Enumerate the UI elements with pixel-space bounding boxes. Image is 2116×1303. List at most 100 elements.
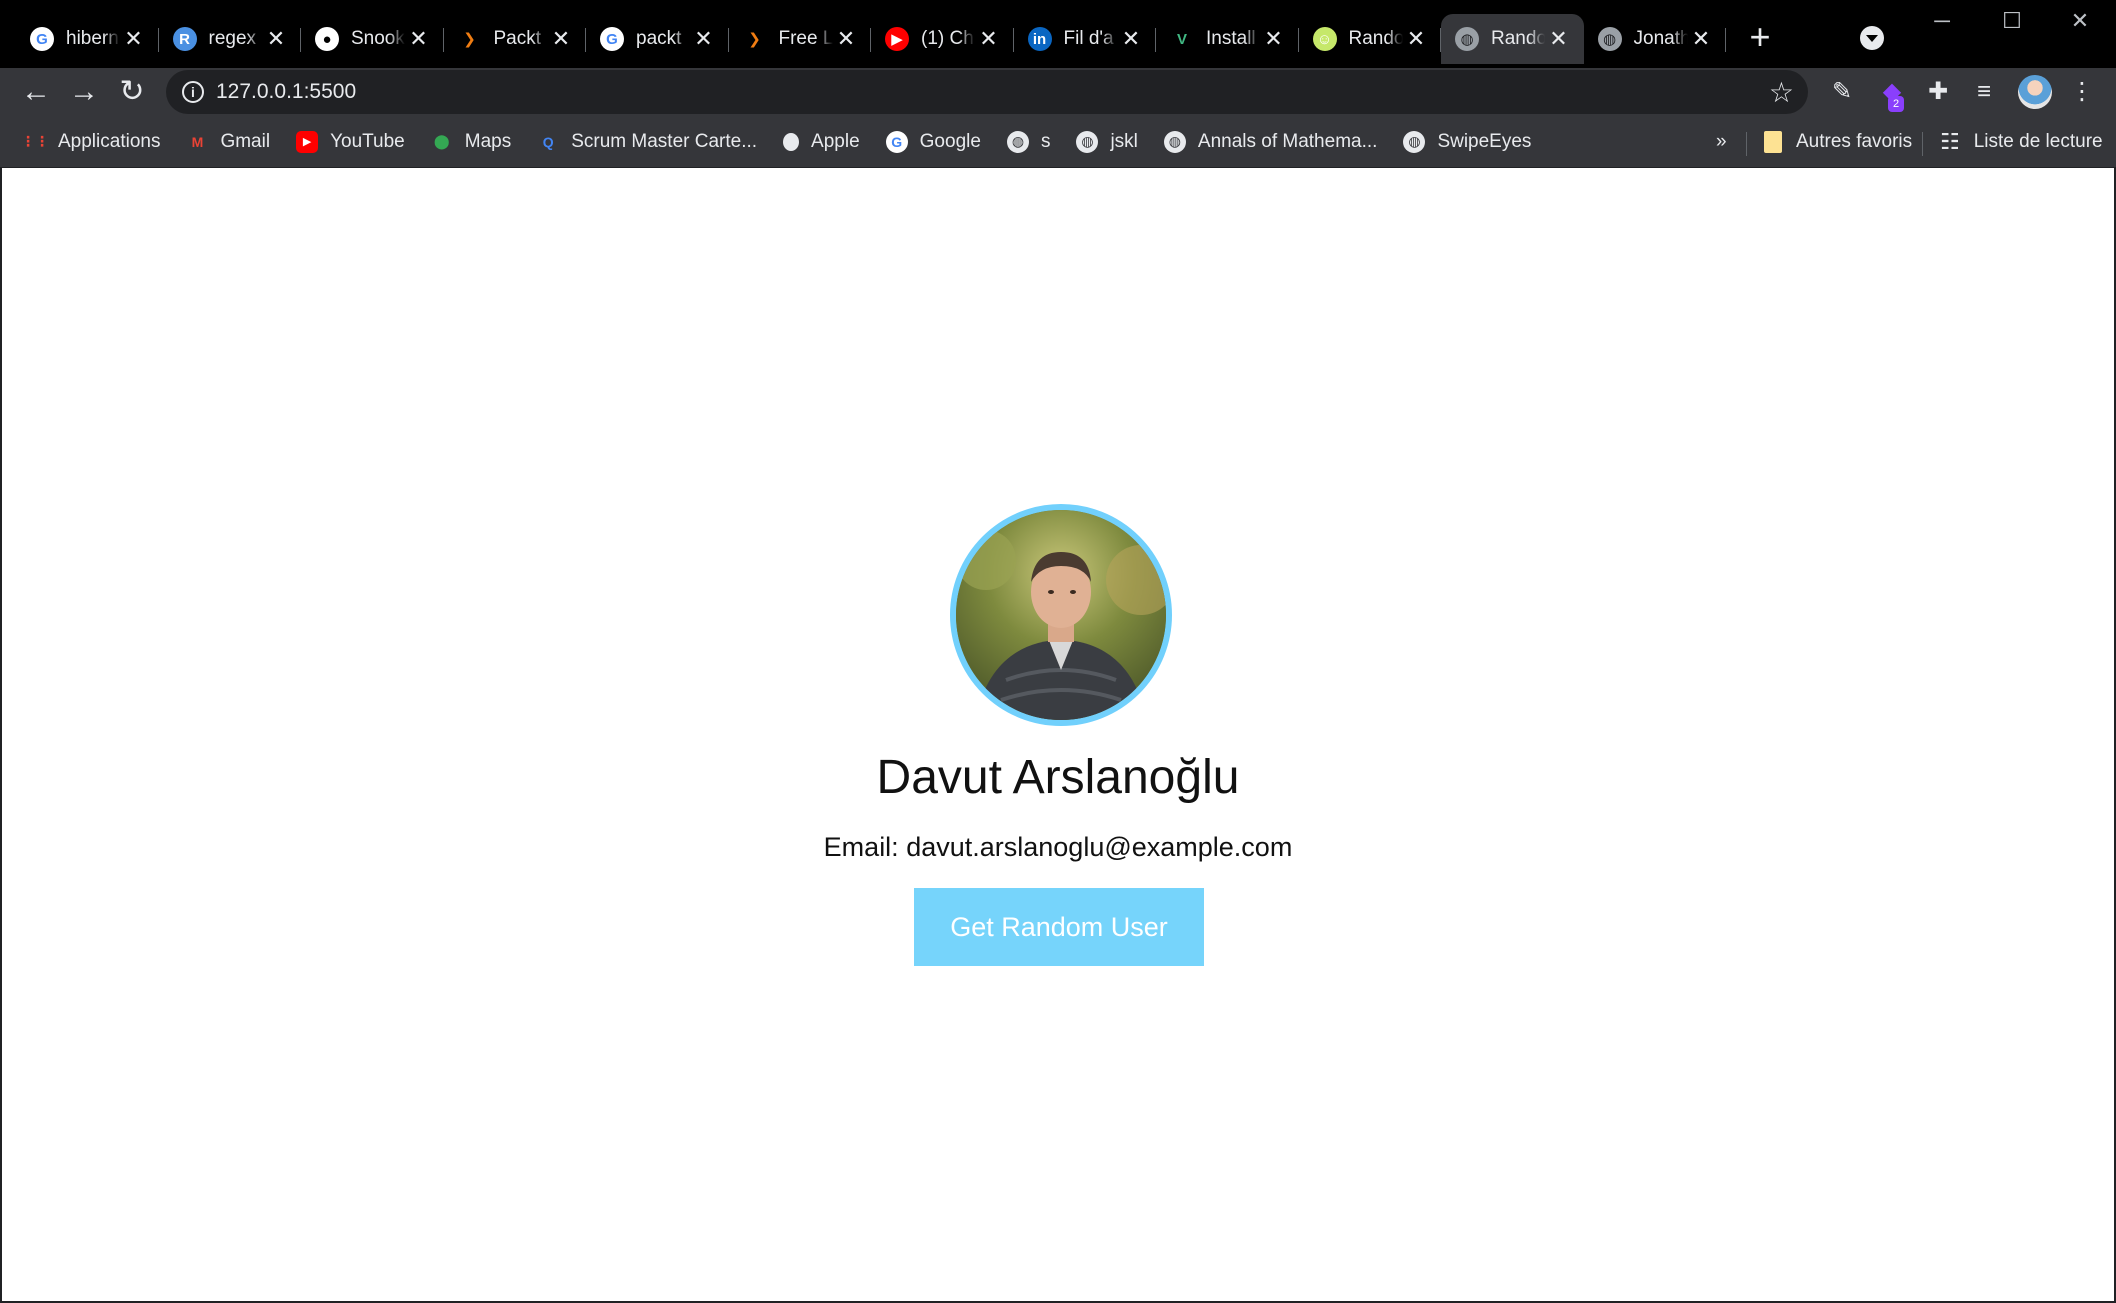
bookmark-7[interactable]: ◍ s — [1006, 124, 1050, 160]
youtube-icon: ▶ — [885, 27, 909, 51]
media-queue-icon[interactable]: ≡ — [1968, 76, 2000, 108]
globe-icon: ◍ — [1455, 27, 1479, 51]
extension-badge: 2 — [1888, 96, 1904, 112]
tab-close-icon[interactable]: ✕ — [548, 26, 574, 52]
tab-11[interactable]: ◍ Jonath ✕ — [1584, 14, 1726, 64]
folder-icon — [1764, 131, 1782, 153]
reading-list-button[interactable]: ☷ Liste de lecture — [1940, 124, 2103, 160]
tab-0[interactable]: Ghibern ✕ — [16, 14, 159, 64]
page-viewport: Davut Arslanoğlu Email: davut.arslanoglu… — [2, 168, 2114, 1301]
bookmark-label: Annals of Mathema... — [1197, 130, 1378, 152]
q-icon: Q — [542, 133, 554, 150]
puzzle-extensions-icon[interactable]: ✚ — [1922, 76, 1954, 108]
reading-list-label: Liste de lecture — [1973, 131, 2103, 152]
tab-4[interactable]: Gpackt ✕ — [586, 14, 729, 64]
bookmark-2[interactable]: ▶ YouTube — [296, 124, 405, 160]
tab-title: Rando — [1491, 28, 1545, 49]
packt-icon: ❯ — [748, 31, 761, 48]
linkedin-icon: in — [1027, 27, 1052, 51]
user-photo — [950, 504, 1172, 726]
email-label: Email: — [823, 832, 899, 862]
tab-9[interactable]: ☺ Rando ✕ — [1299, 14, 1441, 64]
minimize-icon[interactable]: ─ — [1912, 8, 1972, 34]
tab-title: Install — [1206, 28, 1256, 49]
new-tab-button[interactable]: + — [1740, 18, 1780, 58]
back-arrow-icon[interactable]: ← — [16, 72, 56, 112]
tab-title: Jonath — [1633, 28, 1688, 49]
user-card: Davut Arslanoğlu Email: davut.arslanoglu… — [2, 168, 2114, 1301]
tab-search-icon[interactable] — [1860, 26, 1884, 50]
tab-close-icon[interactable]: ✕ — [976, 26, 1002, 52]
bookmark-4[interactable]: Q Scrum Master Carte... — [537, 124, 757, 160]
tab-close-icon[interactable]: ✕ — [691, 26, 717, 52]
tab-close-icon[interactable]: ✕ — [833, 26, 859, 52]
bookmark-star-icon[interactable]: ☆ — [1769, 76, 1794, 109]
profile-avatar[interactable] — [2018, 75, 2052, 109]
tab-close-icon[interactable]: ✕ — [1261, 26, 1287, 52]
tab-strip: Ghibern ✕ Rregex ✕ ● Snook ✕ ❯ Packt ✕ Gpackt ✕ ❯ Fre… — [0, 0, 2116, 78]
tab-close-icon[interactable]: ✕ — [263, 26, 289, 52]
tab-close-icon[interactable]: ✕ — [121, 26, 147, 52]
tab-title: regex — [208, 28, 257, 49]
tab-close-icon[interactable]: ✕ — [406, 26, 432, 52]
bookmark-10[interactable]: ◍ SwipeEyes — [1403, 124, 1531, 160]
tab-title: Fil d'a — [1063, 28, 1114, 49]
tab-close-icon[interactable]: ✕ — [1118, 26, 1144, 52]
globe-icon: ◍ — [1597, 27, 1622, 51]
tab-title: Rando — [1348, 28, 1403, 49]
site-info-icon[interactable]: i — [182, 81, 204, 103]
bookmark-5[interactable]: Apple — [783, 124, 860, 160]
tab-10[interactable]: ◍ Rando ✕ — [1441, 14, 1584, 64]
menu-kebab-icon[interactable]: ⋮ — [2066, 76, 2098, 108]
bookmarks-overflow-button[interactable]: » — [1716, 124, 1727, 160]
bookmark-label: Applications — [58, 130, 161, 152]
globe-icon: ◍ — [1076, 130, 1099, 153]
tab-title: Free L — [778, 28, 833, 49]
bookmark-8[interactable]: ◍ jskl — [1076, 124, 1138, 160]
tab-title: packt — [636, 28, 682, 49]
bookmark-label: Scrum Master Carte... — [571, 130, 758, 152]
bookmark-label: SwipeEyes — [1437, 130, 1532, 152]
bookmark-6[interactable]: G Google — [885, 124, 981, 160]
tab-close-icon[interactable]: ✕ — [1688, 26, 1714, 52]
tab-1[interactable]: Rregex ✕ — [159, 14, 301, 64]
user-email: Email: davut.arslanoglu@example.com — [2, 832, 2114, 863]
tab-3[interactable]: ❯ Packt ✕ — [444, 14, 586, 64]
reload-icon[interactable]: ↻ — [112, 72, 152, 112]
bookmark-1[interactable]: M Gmail — [186, 124, 270, 160]
close-window-icon[interactable]: ✕ — [2050, 8, 2110, 34]
bookmark-9[interactable]: ◍ Annals of Mathema... — [1163, 124, 1378, 160]
chevron-double-right-icon: » — [1716, 131, 1727, 152]
tab-7[interactable]: in Fil d'a ✕ — [1014, 14, 1156, 64]
user-name: Davut Arslanoğlu — [876, 751, 1240, 804]
bookmark-3[interactable]: ⬤ Maps — [431, 124, 511, 160]
forward-arrow-icon[interactable]: → — [64, 72, 104, 112]
tab-2[interactable]: ● Snook ✕ — [301, 14, 444, 64]
get-random-user-button[interactable]: Get Random User — [914, 888, 1204, 966]
pen-extension-icon[interactable]: ✎ — [1826, 76, 1858, 108]
tab-close-icon[interactable]: ✕ — [1546, 26, 1572, 52]
apps-grid-icon: ⋮⋮ — [21, 133, 49, 149]
tab-close-icon[interactable]: ✕ — [1403, 26, 1429, 52]
email-value: davut.arslanoglu@example.com — [906, 832, 1293, 862]
tab-5[interactable]: ❯ Free L ✕ — [729, 14, 871, 64]
tab-6[interactable]: ▶ (1) Ch ✕ — [871, 14, 1014, 64]
bookmarks-divider — [1746, 132, 1747, 156]
tab-8[interactable]: V Install ✕ — [1156, 14, 1299, 64]
globe-icon: ◍ — [1163, 130, 1186, 153]
address-bar[interactable]: i 127.0.0.1:5500 ☆ — [166, 70, 1808, 114]
apple-icon — [783, 132, 800, 151]
maps-pin-icon: ⬤ — [433, 133, 450, 149]
bookmark-label: Gmail — [220, 130, 271, 152]
bookmark-0[interactable]: ⋮⋮ Applications — [21, 124, 161, 160]
other-bookmarks-folder[interactable]: Autres favoris — [1764, 124, 1912, 160]
maximize-icon[interactable]: ☐ — [1982, 8, 2042, 34]
packt-icon: ❯ — [463, 31, 476, 48]
tab-list: Ghibern ✕ Rregex ✕ ● Snook ✕ ❯ Packt ✕ Gpackt ✕ ❯ Fre… — [16, 14, 1726, 64]
user-photo-image — [956, 510, 1166, 720]
bookmark-label: jskl — [1110, 130, 1138, 152]
url-text[interactable]: 127.0.0.1:5500 — [216, 80, 356, 104]
reading-list-icon: ☷ — [1940, 129, 1960, 154]
bookmark-label: Google — [919, 130, 981, 152]
bookmark-label: Apple — [811, 130, 860, 152]
